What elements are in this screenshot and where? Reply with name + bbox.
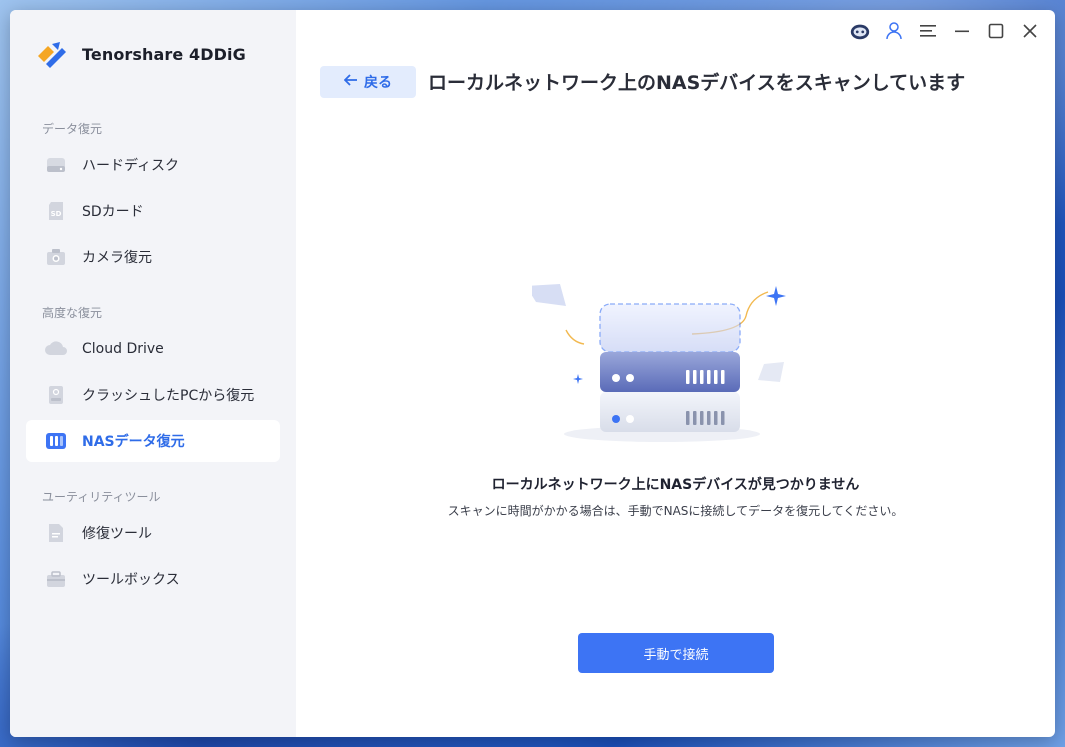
section-label-utility-tools: ユーティリティツール [42,490,161,504]
repair-tool-icon [44,521,68,545]
brand: Tenorshare 4DDiG [34,38,246,70]
empty-state-description: スキャンに時間がかかる場合は、手動でNASに接続してデータを復元してください。 [447,504,904,518]
cloud-icon [44,337,68,361]
close-icon[interactable] [1019,20,1041,42]
menu-icon[interactable] [917,20,939,42]
crashed-pc-icon [44,383,68,407]
app-logo-icon [38,42,66,68]
hard-disk-icon [44,153,68,177]
sidebar-item-nas-recovery[interactable]: NASデータ復元 [26,420,280,462]
sidebar-item-repair-tool[interactable]: 修復ツール [26,512,280,554]
sidebar-item-label: クラッシュしたPCから復元 [82,388,255,404]
sidebar-item-hard-disk[interactable]: ハードディスク [26,144,280,186]
sidebar-item-label: Cloud Drive [82,341,164,357]
sidebar: Tenorshare 4DDiG データ復元 ハードディスク SD SDカード … [10,10,296,737]
svg-text:SD: SD [51,210,62,218]
back-button[interactable]: 戻る [320,66,416,98]
sidebar-item-label: NASデータ復元 [82,434,185,450]
toolbox-icon [44,567,68,591]
manual-connect-button[interactable]: 手動で接続 [578,633,774,673]
camera-icon [44,245,68,269]
nas-icon [44,429,68,453]
sidebar-item-label: ツールボックス [82,572,180,588]
sidebar-item-cloud-drive[interactable]: Cloud Drive [26,328,280,370]
window-controls [849,20,1041,42]
sidebar-item-sd-card[interactable]: SD SDカード [26,190,280,232]
section-label-advanced-recovery: 高度な復元 [42,306,103,320]
app-name: Tenorshare 4DDiG [82,44,246,64]
empty-state-title: ローカルネットワーク上にNASデバイスが見つかりません [491,477,860,493]
sidebar-item-label: 修復ツール [82,526,152,542]
sidebar-item-crashed-pc[interactable]: クラッシュしたPCから復元 [26,374,280,416]
sd-card-icon: SD [44,199,68,223]
minimize-icon[interactable] [951,20,973,42]
sidebar-item-label: カメラ復元 [82,250,152,266]
user-account-icon[interactable] [883,20,905,42]
maximize-icon[interactable] [985,20,1007,42]
sidebar-item-label: ハードディスク [82,158,180,174]
sidebar-item-label: SDカード [82,204,144,220]
sidebar-item-camera[interactable]: カメラ復元 [26,236,280,278]
page-title: ローカルネットワーク上のNASデバイスをスキャンしています [428,72,966,94]
app-window: Tenorshare 4DDiG データ復元 ハードディスク SD SDカード … [10,10,1055,737]
arrow-left-icon [343,74,358,90]
assistant-robot-icon[interactable] [849,20,871,42]
section-label-data-recovery: データ復元 [42,122,103,136]
back-button-label: 戻る [364,75,392,91]
sidebar-item-toolbox[interactable]: ツールボックス [26,558,280,600]
nas-server-illustration-icon [532,284,786,442]
main-panel: 戻る ローカルネットワーク上のNASデバイスをスキャンしています ローカルネット… [296,10,1055,737]
